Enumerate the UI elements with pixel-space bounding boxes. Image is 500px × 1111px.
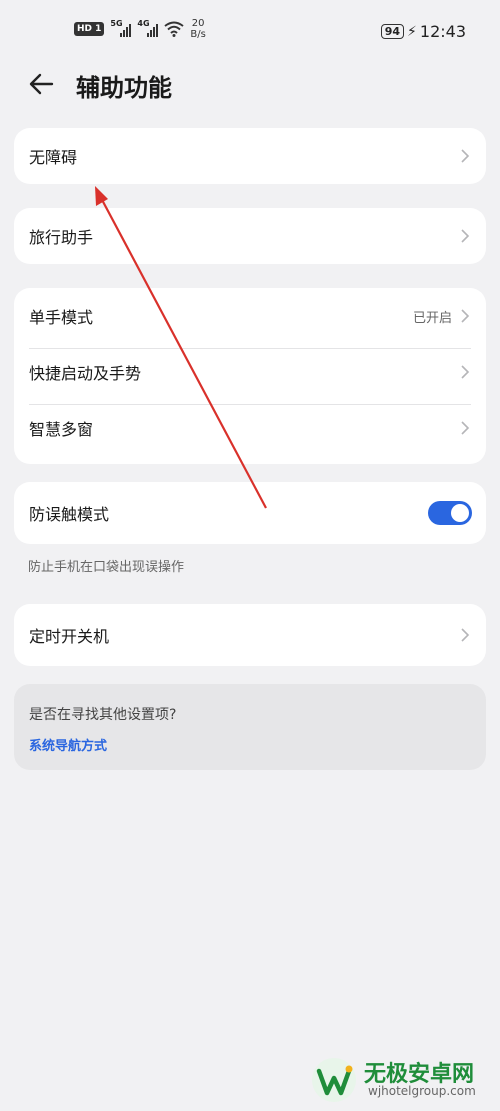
system-navigation-link[interactable]: 系统导航方式 (29, 735, 107, 754)
suggestion-card: 是否在寻找其他设置项? 系统导航方式 (14, 684, 486, 770)
chevron-right-icon (461, 149, 470, 163)
signal-icon-2: 4G (137, 19, 159, 37)
status-icons-left: HD 1 5G 4G 20 B/s (74, 18, 206, 40)
chevron-right-icon (461, 309, 470, 323)
status-bar: HD 1 5G 4G 20 B/s 94 ⚡ 12:43 (0, 0, 500, 64)
chevron-right-icon (461, 628, 470, 642)
card-modes: 单手模式 已开启 快捷启动及手势 智慧多窗 (14, 288, 486, 464)
row-label: 智慧多窗 (29, 420, 94, 439)
charging-icon: ⚡ (407, 23, 417, 40)
network-speed: 20 B/s (190, 18, 206, 40)
row-accessibility[interactable]: 无障碍 (14, 128, 486, 184)
suggestion-question: 是否在寻找其他设置项? (29, 707, 177, 723)
page-title: 辅助功能 (76, 74, 172, 102)
pocket-mode-toggle[interactable] (428, 501, 472, 525)
status-text: 已开启 (412, 310, 452, 326)
row-label: 无障碍 (29, 148, 78, 167)
card-pocket-mode: 防误触模式 (14, 482, 486, 544)
chevron-right-icon (461, 365, 470, 379)
page-header: 辅助功能 (0, 64, 500, 108)
signal-icon: 5G (110, 19, 132, 37)
chevron-right-icon (461, 421, 470, 435)
watermark-url: wjhotelgroup.com (368, 1084, 476, 1098)
row-label: 防误触模式 (29, 505, 110, 524)
row-shortcuts-gestures[interactable]: 快捷启动及手势 (14, 344, 486, 400)
card-scheduled-power: 定时开关机 (14, 604, 486, 666)
pocket-mode-hint: 防止手机在口袋出现误操作 (28, 560, 185, 575)
wifi-icon (164, 21, 185, 37)
row-scheduled-power[interactable]: 定时开关机 (14, 604, 486, 666)
row-smart-multiwindow[interactable]: 智慧多窗 (14, 400, 486, 456)
status-icons-right: 94 ⚡ 12:43 (380, 22, 466, 41)
watermark: 无极安卓网 wjhotelgroup.com (310, 1054, 500, 1104)
card-travel: 旅行助手 (14, 208, 486, 264)
back-arrow-icon[interactable] (28, 70, 56, 98)
hd-badge: HD 1 (74, 22, 105, 36)
toggle-knob (451, 504, 469, 522)
watermark-logo-icon (312, 1058, 356, 1102)
battery-icon: 94 (380, 24, 405, 39)
clock: 12:43 (419, 22, 466, 41)
row-one-hand-mode[interactable]: 单手模式 已开启 (14, 288, 486, 344)
row-travel-assistant[interactable]: 旅行助手 (14, 208, 486, 264)
row-label: 定时开关机 (29, 627, 110, 646)
row-label: 单手模式 (29, 308, 94, 327)
chevron-right-icon (461, 229, 470, 243)
row-label: 旅行助手 (29, 228, 94, 247)
row-pocket-mode[interactable]: 防误触模式 (14, 482, 486, 544)
row-label: 快捷启动及手势 (29, 364, 142, 383)
card-accessibility: 无障碍 (14, 128, 486, 184)
